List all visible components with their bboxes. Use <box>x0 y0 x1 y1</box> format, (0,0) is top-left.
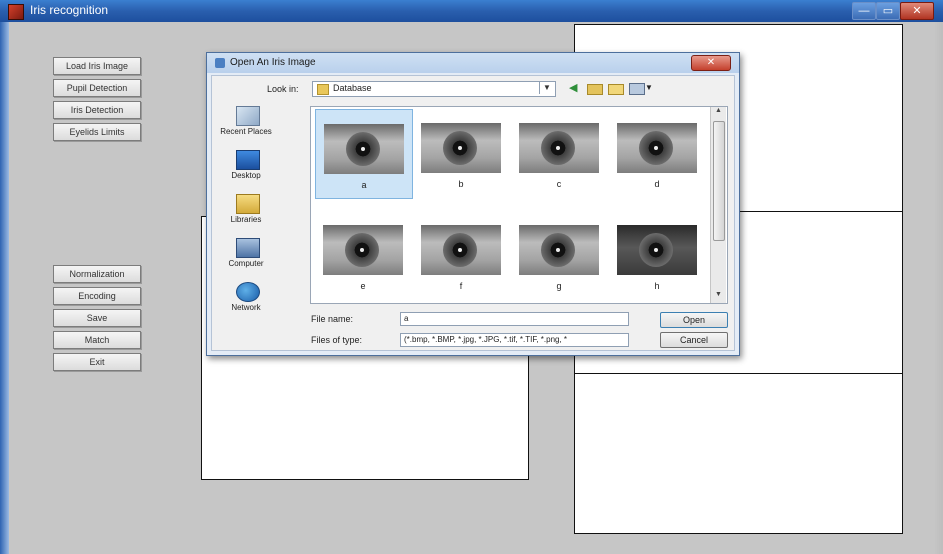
eye-thumbnail-image <box>324 124 404 174</box>
dialog-title: Open An Iris Image <box>230 57 316 68</box>
load-iris-image-button[interactable]: Load Iris Image <box>53 57 141 75</box>
dialog-titlebar[interactable]: Open An Iris Image ✕ <box>207 53 739 73</box>
file-item-c[interactable]: c <box>511 109 607 197</box>
back-arrow-icon[interactable]: ◀ <box>569 82 581 94</box>
place-label: Desktop <box>231 171 261 180</box>
file-label: f <box>459 281 463 291</box>
dialog-close-button[interactable]: ✕ <box>691 55 731 71</box>
eye-thumbnail-image <box>519 225 599 275</box>
eye-thumbnail-image <box>617 123 697 173</box>
place-label: Recent Places <box>220 127 272 136</box>
window-left-border <box>0 22 9 554</box>
desktop-icon <box>236 150 260 170</box>
file-label: h <box>654 281 660 291</box>
place-desktop[interactable]: Desktop <box>216 150 276 196</box>
computer-icon <box>236 238 260 258</box>
matlab-icon <box>8 4 24 20</box>
window-right-border <box>934 22 943 554</box>
file-list: a b c d e f g h ▲ ▼ <box>310 106 728 304</box>
eye-thumbnail-image <box>421 123 501 173</box>
place-label: Network <box>231 303 261 312</box>
place-label: Computer <box>228 259 264 268</box>
file-item-h[interactable]: h <box>609 211 705 299</box>
new-folder-icon[interactable] <box>608 84 624 95</box>
place-label: Libraries <box>230 215 262 224</box>
file-name-label: File name: <box>311 314 354 324</box>
look-in-dropdown[interactable]: Database ▼ <box>312 81 556 97</box>
scroll-down-icon[interactable]: ▼ <box>711 291 726 303</box>
open-file-dialog: Open An Iris Image ✕ Look in: Database ▼… <box>206 52 740 356</box>
file-label: c <box>556 179 562 189</box>
places-bar: Recent Places Desktop Libraries Computer… <box>216 106 276 312</box>
iris-detection-button[interactable]: Iris Detection <box>53 101 141 119</box>
encoding-button[interactable]: Encoding <box>53 287 141 305</box>
minimize-button[interactable]: — <box>852 2 876 20</box>
file-label: e <box>360 281 366 291</box>
app-window: Iris recognition — ▭ ✕ Load Iris Image P… <box>0 0 943 554</box>
file-label: g <box>556 281 562 291</box>
close-button[interactable]: ✕ <box>900 2 934 20</box>
look-in-value: Database <box>333 83 372 93</box>
network-icon <box>236 282 260 302</box>
file-item-b[interactable]: b <box>413 109 509 197</box>
file-list-scrollbar[interactable]: ▲ ▼ <box>710 107 726 303</box>
file-item-e[interactable]: e <box>315 211 411 299</box>
place-computer[interactable]: Computer <box>216 238 276 284</box>
eye-thumbnail-image <box>519 123 599 173</box>
place-recent-places[interactable]: Recent Places <box>216 106 276 152</box>
save-button[interactable]: Save <box>53 309 141 327</box>
files-of-type-value: (*.bmp, *.BMP, *.jpg, *.JPG, *.tif, *.TI… <box>404 335 568 344</box>
cancel-button[interactable]: Cancel <box>660 332 728 348</box>
dialog-app-icon <box>215 58 225 68</box>
maximize-button[interactable]: ▭ <box>876 2 900 20</box>
file-item-f[interactable]: f <box>413 211 509 299</box>
recent-places-icon <box>236 106 260 126</box>
files-of-type-label: Files of type: <box>311 335 363 345</box>
file-name-value: a <box>404 314 409 323</box>
views-menu-icon[interactable] <box>629 83 645 95</box>
place-network[interactable]: Network <box>216 282 276 328</box>
libraries-icon <box>236 194 260 214</box>
file-label: b <box>458 179 464 189</box>
up-folder-icon[interactable] <box>587 84 603 95</box>
eyelids-limits-button[interactable]: Eyelids Limits <box>53 123 141 141</box>
look-in-label: Look in: <box>267 84 299 94</box>
files-of-type-select[interactable]: (*.bmp, *.BMP, *.jpg, *.JPG, *.tif, *.TI… <box>400 333 629 347</box>
place-libraries[interactable]: Libraries <box>216 194 276 240</box>
window-title: Iris recognition <box>30 3 109 17</box>
scroll-thumb[interactable] <box>713 121 725 241</box>
dialog-body: Look in: Database ▼ ◀ ▼ Recent Places De… <box>211 75 735 351</box>
folder-icon <box>317 84 329 95</box>
exit-button[interactable]: Exit <box>53 353 141 371</box>
chevron-down-icon[interactable]: ▼ <box>539 82 554 94</box>
scroll-up-icon[interactable]: ▲ <box>711 107 726 119</box>
views-chevron-down-icon[interactable]: ▼ <box>645 82 653 94</box>
file-label: d <box>654 179 660 189</box>
eye-thumbnail-image <box>617 225 697 275</box>
match-button[interactable]: Match <box>53 331 141 349</box>
axes-bottom-right <box>574 373 903 534</box>
normalization-button[interactable]: Normalization <box>53 265 141 283</box>
file-item-g[interactable]: g <box>511 211 607 299</box>
pupil-detection-button[interactable]: Pupil Detection <box>53 79 141 97</box>
open-button[interactable]: Open <box>660 312 728 328</box>
file-name-input[interactable]: a ▼ <box>400 312 629 326</box>
file-item-d[interactable]: d <box>609 109 705 197</box>
eye-thumbnail-image <box>421 225 501 275</box>
app-titlebar[interactable]: Iris recognition — ▭ ✕ <box>0 0 943 22</box>
file-label: a <box>361 180 367 190</box>
file-item-a[interactable]: a <box>315 109 413 199</box>
eye-thumbnail-image <box>323 225 403 275</box>
